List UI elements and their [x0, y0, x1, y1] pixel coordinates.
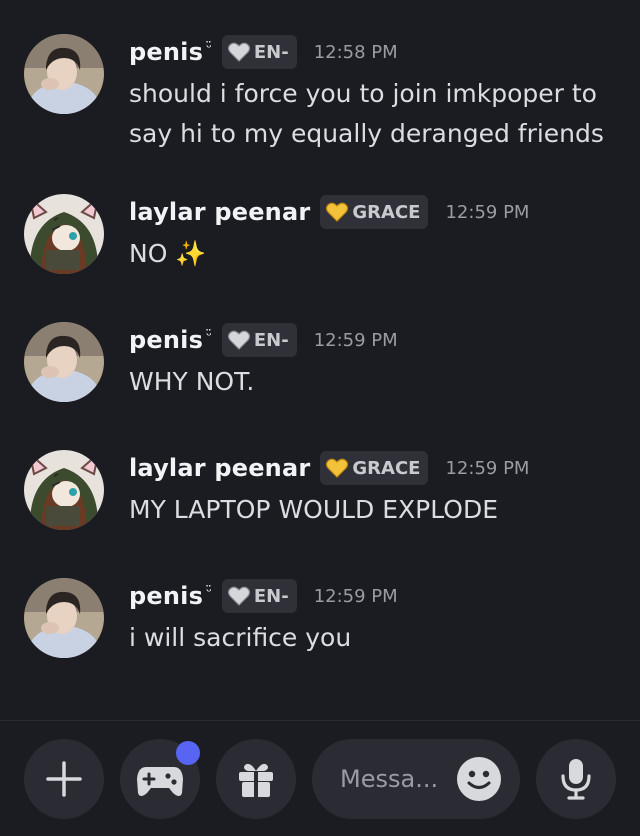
yellow-heart-icon [326, 458, 349, 478]
message-line: say hi to my equally deranged friends [129, 119, 604, 148]
message-input-container [312, 739, 520, 819]
guild-tag[interactable]: EN- [221, 579, 297, 613]
guild-tag-label: EN- [253, 329, 289, 351]
username-suffix: ᵕ̈ [206, 584, 212, 600]
add-attachment-button[interactable] [24, 739, 104, 819]
plus-icon [46, 761, 82, 797]
username[interactable]: laylar peenar [129, 198, 310, 226]
username[interactable]: penis [129, 38, 203, 66]
microphone-icon [561, 759, 591, 800]
yellow-heart-icon [326, 202, 349, 222]
guild-tag[interactable]: GRACE [320, 195, 429, 229]
avatar[interactable] [24, 578, 104, 658]
message-header: penis ᵕ̈ EN- 12:58 PM [129, 34, 398, 70]
guild-tag-label: GRACE [352, 457, 421, 479]
guild-tag-label: EN- [253, 585, 289, 607]
guild-tag-label: GRACE [352, 201, 421, 223]
timestamp: 12:59 PM [313, 585, 398, 607]
message-composer [0, 721, 640, 836]
username[interactable]: penis [129, 582, 203, 610]
message-content: should i force you to join imkpoper to s… [129, 74, 629, 154]
gift-icon [239, 763, 273, 797]
timestamp: 12:59 PM [445, 201, 530, 223]
guild-tag[interactable]: GRACE [320, 451, 429, 485]
message-list[interactable]: penis ᵕ̈ EN- 12:58 PM should i force you… [0, 0, 640, 720]
message-header: penis ᵕ̈ EN- 12:59 PM [129, 322, 398, 358]
avatar[interactable] [24, 450, 104, 530]
message-content: NO ✨ [129, 234, 629, 274]
white-heart-icon [227, 330, 250, 350]
message-input[interactable] [340, 759, 452, 799]
avatar[interactable] [24, 322, 104, 402]
smiley-icon[interactable] [456, 756, 502, 802]
username-suffix: ᵕ̈ [206, 40, 212, 56]
message-line: NO ✨ [129, 239, 207, 268]
message-content: WHY NOT. [129, 362, 629, 402]
gift-button[interactable] [216, 739, 296, 819]
message-content: i will sacrifice you [129, 618, 629, 658]
timestamp: 12:58 PM [313, 41, 398, 63]
message-line: i will sacrifice you [129, 623, 352, 652]
username-suffix: ᵕ̈ [206, 328, 212, 344]
message-content: MY LAPTOP WOULD EXPLODE [129, 490, 629, 530]
message-line: WHY NOT. [129, 367, 255, 396]
username[interactable]: penis [129, 326, 203, 354]
gamepad-icon [137, 767, 183, 796]
guild-tag-label: EN- [253, 41, 289, 63]
avatar[interactable] [24, 194, 104, 274]
message-line: should i force you to join imkpoper to [129, 79, 597, 108]
avatar[interactable] [24, 34, 104, 114]
username[interactable]: laylar peenar [129, 454, 310, 482]
message-line: MY LAPTOP WOULD EXPLODE [129, 495, 499, 524]
voice-message-button[interactable] [536, 739, 616, 819]
message-header: laylar peenar GRACE 12:59 PM [129, 450, 529, 486]
guild-tag[interactable]: EN- [221, 35, 297, 69]
message-header: penis ᵕ̈ EN- 12:59 PM [129, 578, 398, 614]
notification-badge [176, 741, 200, 765]
guild-tag[interactable]: EN- [221, 323, 297, 357]
white-heart-icon [227, 586, 250, 606]
white-heart-icon [227, 42, 250, 62]
timestamp: 12:59 PM [445, 457, 530, 479]
message-header: laylar peenar GRACE 12:59 PM [129, 194, 529, 230]
timestamp: 12:59 PM [313, 329, 398, 351]
